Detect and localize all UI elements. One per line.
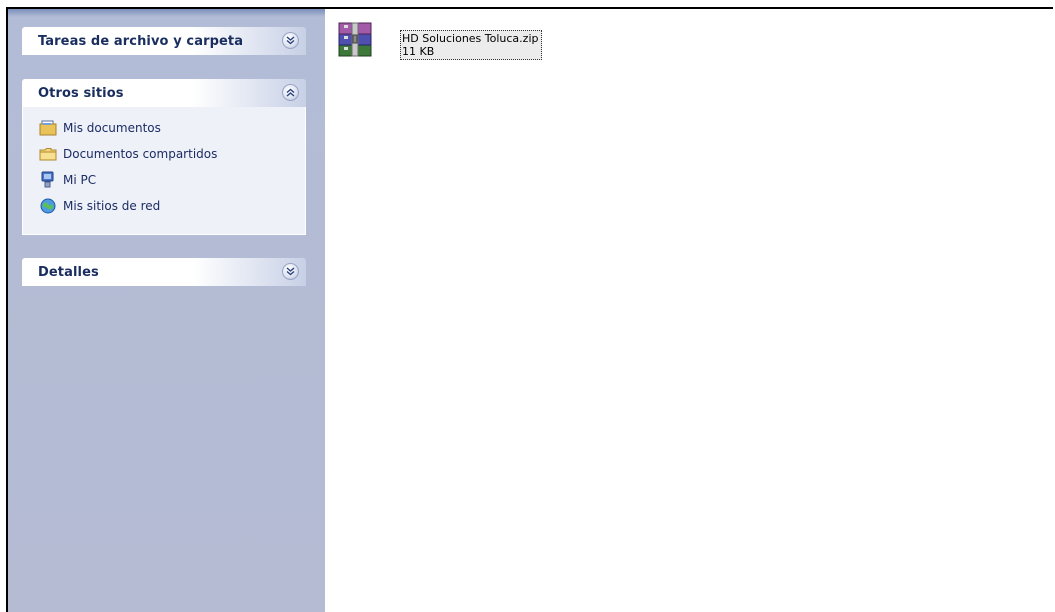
- expand-chevron-icon[interactable]: [282, 263, 299, 280]
- panel-file-folder-tasks: Tareas de archivo y carpeta: [22, 27, 306, 55]
- link-label: Mis documentos: [63, 121, 161, 135]
- network-places-icon: [39, 197, 57, 215]
- file-name: HD Soluciones Toluca.zip: [402, 32, 539, 45]
- panel-body-other-places: Mis documentos Documentos compartidos Mi…: [22, 107, 306, 235]
- panel-details: Detalles: [22, 258, 306, 286]
- panel-title: Tareas de archivo y carpeta: [38, 34, 244, 49]
- collapse-chevron-icon[interactable]: [282, 84, 299, 101]
- file-size: 11 KB: [402, 45, 435, 58]
- link-mis-documentos[interactable]: Mis documentos: [23, 115, 305, 141]
- my-computer-icon: [39, 171, 57, 189]
- panel-title: Detalles: [38, 265, 99, 280]
- panel-header-other-places[interactable]: Otros sitios: [22, 79, 306, 107]
- panel-other-places: Otros sitios Mis documentos Documentos c…: [22, 79, 306, 235]
- link-documentos-compartidos[interactable]: Documentos compartidos: [23, 141, 305, 167]
- link-label: Mis sitios de red: [63, 199, 161, 213]
- link-mis-sitios-de-red[interactable]: Mis sitios de red: [23, 193, 305, 219]
- panel-header-file-folder-tasks[interactable]: Tareas de archivo y carpeta: [22, 27, 306, 55]
- file-label[interactable]: HD Soluciones Toluca.zip 11 KB: [400, 30, 542, 60]
- panel-header-details[interactable]: Detalles: [22, 258, 306, 286]
- link-label: Mi PC: [63, 173, 97, 187]
- task-pane: Tareas de archivo y carpeta Otros sitios: [8, 9, 325, 612]
- link-mi-pc[interactable]: Mi PC: [23, 167, 305, 193]
- link-label: Documentos compartidos: [63, 147, 218, 161]
- zip-archive-icon: [336, 21, 392, 77]
- panel-title: Otros sitios: [38, 86, 124, 101]
- file-item[interactable]: HD Soluciones Toluca.zip 11 KB: [336, 21, 568, 77]
- explorer-window: Tareas de archivo y carpeta Otros sitios: [6, 7, 1053, 612]
- expand-chevron-icon[interactable]: [282, 32, 299, 49]
- folder-icon: [39, 145, 57, 163]
- my-documents-icon: [39, 119, 57, 137]
